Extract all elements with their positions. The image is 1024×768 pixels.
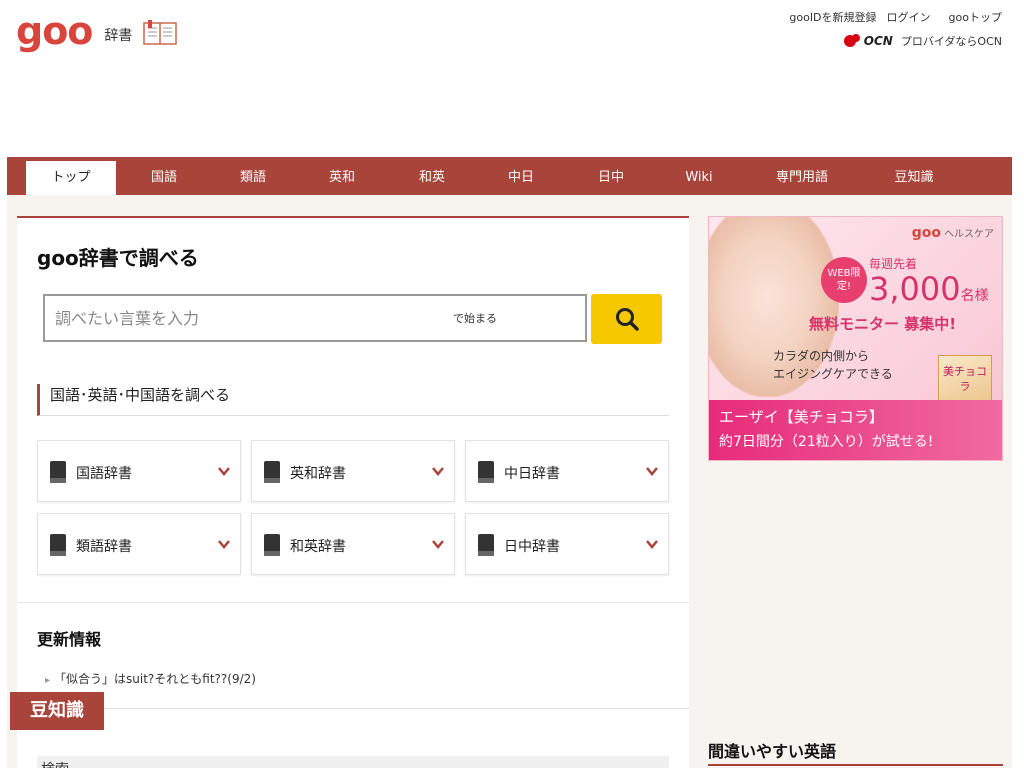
ocn-logo-icon — [843, 34, 860, 47]
search-box: で始まる — [43, 294, 587, 342]
nav-tab-nicchu[interactable]: 日中 — [566, 161, 656, 195]
dictionary-logo-text[interactable]: 辞書 — [104, 25, 132, 45]
dict-card-waei[interactable]: 和英辞書 — [251, 513, 455, 575]
dict-card-chunichi[interactable]: 中日辞書 — [465, 440, 669, 502]
nav-tab-mamechishiki[interactable]: 豆知識 — [869, 161, 959, 195]
dict-card-label: 和英辞書 — [290, 539, 346, 555]
chevron-down-icon — [218, 540, 230, 549]
dict-card-label: 日中辞書 — [504, 539, 560, 555]
header-links: gooIDを新規登録 ログイン gooトップ — [789, 9, 1002, 25]
dict-card-label: 類語辞書 — [76, 539, 132, 555]
update-title: 更新情報 — [37, 630, 102, 649]
dict-card-eiwa[interactable]: 英和辞書 — [251, 440, 455, 502]
nav-tab-ruigo[interactable]: 類語 — [208, 161, 298, 195]
dict-card-label: 国語辞書 — [76, 466, 132, 482]
book-icon — [264, 534, 280, 556]
dict-card-label: 中日辞書 — [504, 466, 560, 482]
chevron-down-icon — [218, 467, 230, 476]
site-header: goo 辞書 gooIDを新規登録 ログイン gooトップ OCN プロバイダな… — [0, 0, 1024, 157]
ad-big-number: 3,000名様 — [869, 270, 989, 308]
ad-banner[interactable]: goo ヘルスケア WEB限定! 毎週先着 3,000名様 無料モニター 募集中!… — [708, 216, 1003, 461]
ocn-word: OCN — [863, 34, 893, 48]
book-icon — [478, 461, 494, 483]
nav-tab-senmon[interactable]: 専門用語 — [757, 161, 847, 195]
book-logo-icon — [143, 20, 178, 45]
update-item-link[interactable]: 「似合う」はsuit?それともfit??(9/2) — [45, 670, 256, 687]
dict-card-ruigo[interactable]: 類語辞書 — [37, 513, 241, 575]
book-icon — [50, 534, 66, 556]
mame-content-block: 検索 — [37, 756, 669, 768]
nav-tab-top[interactable]: トップ — [26, 161, 116, 195]
register-link[interactable]: gooIDを新規登録 — [789, 9, 876, 25]
nav-tab-wiki[interactable]: Wiki — [654, 161, 744, 195]
ad-bottom-band: エーザイ【美チョコラ】 約7日間分（21粒入り）が試せる! — [709, 400, 1002, 460]
dict-card-nicchu[interactable]: 日中辞書 — [465, 513, 669, 575]
nav-tab-chunichi[interactable]: 中日 — [476, 161, 566, 195]
mame-content-text: 検索 — [41, 762, 69, 768]
dict-card-kokugo[interactable]: 国語辞書 — [37, 440, 241, 502]
ad-line3: カラダの内側から エイジングケアできる — [773, 349, 893, 381]
dict-card-label: 英和辞書 — [290, 466, 346, 482]
page-title: goo辞書で調べる — [37, 246, 199, 270]
book-icon — [264, 461, 280, 483]
section-title: 国語･英語･中国語を調べる — [37, 384, 669, 416]
mamechishiki-tab[interactable]: 豆知識 — [10, 692, 104, 730]
book-icon — [478, 534, 494, 556]
ocn-text: プロバイダならOCN — [900, 35, 1002, 48]
ad-web-badge: WEB限定! — [821, 257, 867, 303]
chevron-down-icon — [646, 540, 658, 549]
search-icon — [615, 308, 639, 331]
side-section-title: 間違いやすい英語 — [708, 742, 837, 761]
dictionary-nav: トップ 国語 類語 英和 和英 中日 日中 Wiki 専門用語 豆知識 — [7, 157, 1012, 195]
chevron-down-icon — [432, 540, 444, 549]
nav-tab-kokugo[interactable]: 国語 — [119, 161, 209, 195]
ad-monitor-text: 無料モニター 募集中! — [809, 315, 957, 333]
goo-top-link[interactable]: gooトップ — [949, 9, 1002, 25]
goo-dictionary-logo[interactable]: goo 辞書 — [16, 12, 178, 50]
search-button[interactable] — [591, 294, 662, 344]
nav-tab-eiwa[interactable]: 英和 — [297, 161, 387, 195]
search-mode-select[interactable]: で始まる — [453, 310, 497, 326]
chevron-down-icon — [432, 467, 444, 476]
ad-band-line2: 約7日間分（21粒入り）が試せる! — [719, 434, 934, 450]
section-divider — [17, 708, 689, 709]
search-input[interactable] — [45, 296, 425, 340]
book-icon — [50, 461, 66, 483]
chevron-down-icon — [646, 467, 658, 476]
ad-band-line1: エーザイ【美チョコラ】 — [719, 408, 884, 426]
ocn-banner[interactable]: OCN プロバイダならOCN — [843, 32, 1002, 50]
login-link[interactable]: ログイン — [887, 9, 931, 25]
goo-logo[interactable]: goo — [16, 12, 93, 50]
main-panel: goo辞書で調べる で始まる 国語･英語･中国語を調べる 国語辞書 英和辞書 中… — [17, 216, 689, 768]
ad-brand: goo ヘルスケア — [911, 225, 994, 241]
section-divider — [17, 602, 689, 603]
nav-tab-waei[interactable]: 和英 — [387, 161, 477, 195]
side-section-underline — [708, 764, 1003, 766]
